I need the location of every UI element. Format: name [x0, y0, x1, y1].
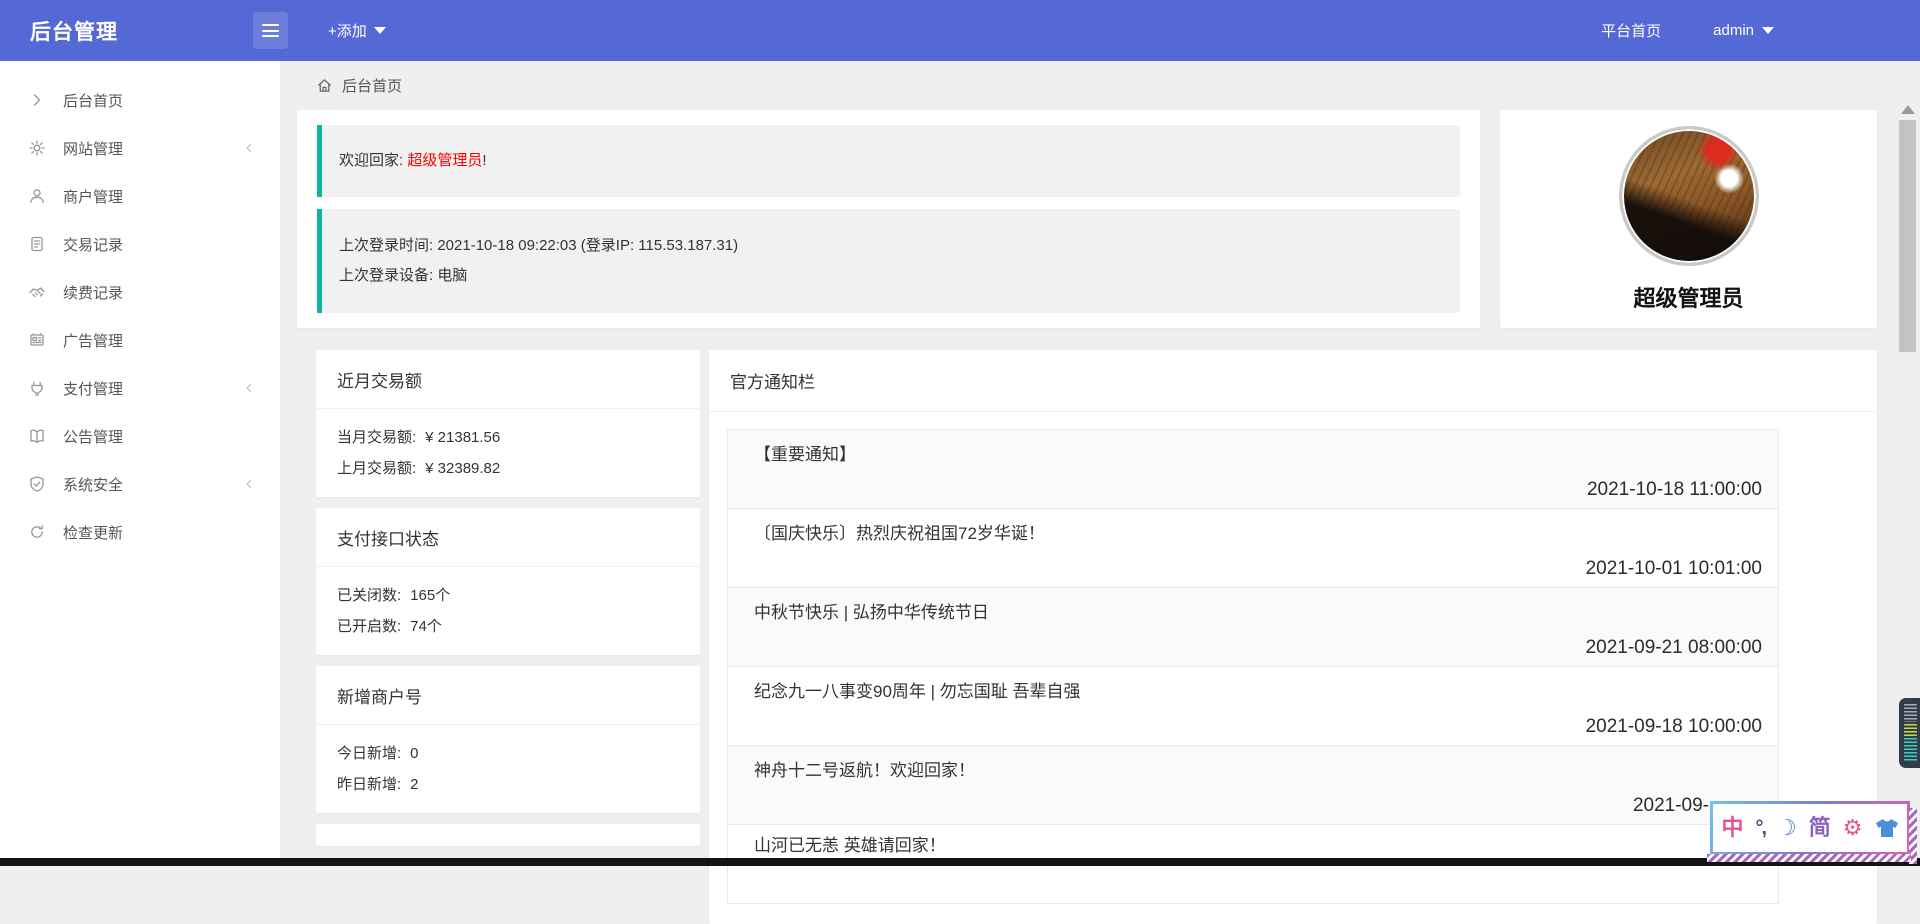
stat-card-gateway-status: 支付接口状态 已关闭数:165个 已开启数:74个	[316, 508, 700, 655]
ad-card-icon	[28, 331, 46, 349]
greeting-suffix: !	[482, 152, 486, 169]
scroll-up-arrow-icon[interactable]	[1901, 105, 1915, 114]
admin-user-menu[interactable]: admin	[1713, 22, 1774, 39]
punctuation-mode-icon[interactable]: °,	[1755, 818, 1765, 838]
last-login-time: 上次登录时间: 2021-10-18 09:22:03 (登录IP: 115.5…	[339, 231, 1460, 261]
greeting-prefix: 欢迎回家:	[339, 152, 407, 169]
stat-card-new-merchants: 新增商户号 今日新增:0 昨日新增:2	[316, 666, 700, 813]
menu-icon	[262, 24, 279, 37]
notice-item[interactable]: 〔国庆快乐〕热烈庆祝祖国72岁华诞！ 2021-10-01 10:01:00	[728, 509, 1778, 588]
book-icon	[28, 427, 46, 445]
profile-card: 超级管理员	[1500, 110, 1877, 328]
bottom-black-bar	[0, 858, 1920, 866]
main-content: 后台首页 欢迎回家: 超级管理员! 上次登录时间: 2021-10-18 09:…	[280, 61, 1920, 866]
stat-row: 上月交易额:¥ 32389.82	[337, 453, 679, 484]
breadcrumb-home[interactable]: 后台首页	[342, 75, 402, 96]
stat-row: 已关闭数:165个	[337, 580, 679, 611]
app-title: 后台管理	[30, 16, 118, 46]
chevron-left-icon	[242, 477, 256, 491]
sidebar-item-dashboard[interactable]: 后台首页	[0, 76, 280, 124]
stats-column: 近月交易额 当月交易额:¥ 21381.56 上月交易额:¥ 32389.82 …	[316, 350, 700, 846]
stripe-meter-yellow	[1904, 724, 1917, 736]
notice-item[interactable]: 中秋节快乐 | 弘扬中华传统节日 2021-09-21 08:00:00	[728, 588, 1778, 667]
stat-card-title: 新增商户号	[316, 666, 700, 725]
notice-item[interactable]: 神舟十二号返航！欢迎回家！ 2021-09-	[728, 746, 1778, 825]
stat-row: 已开启数:74个	[337, 611, 679, 642]
notice-board-title: 官方通知栏	[709, 350, 1877, 412]
stat-row: 今日新增:0	[337, 738, 679, 769]
simplified-chinese-icon[interactable]: 简	[1809, 817, 1831, 839]
breadcrumb: 后台首页	[280, 61, 1920, 110]
gear-icon[interactable]: ⚙	[1843, 817, 1863, 839]
sidebar-item-merchants[interactable]: 商户管理	[0, 172, 280, 220]
sidebar-item-renewals[interactable]: 续费记录	[0, 268, 280, 316]
welcome-card: 欢迎回家: 超级管理员! 上次登录时间: 2021-10-18 09:22:03…	[297, 110, 1480, 328]
stat-card-monthly-volume: 近月交易额 当月交易额:¥ 21381.56 上月交易额:¥ 32389.82	[316, 350, 700, 497]
ime-extension-toolbar[interactable]: 中 °, ☽ 简 ⚙	[1710, 801, 1910, 855]
shield-icon	[28, 475, 46, 493]
sidebar-item-security[interactable]: 系统安全	[0, 460, 280, 508]
admin-name: 超级管理员	[407, 152, 482, 169]
notice-board-card: 官方通知栏 【重要通知】 2021-10-18 11:00:00 〔国庆快乐〕热…	[709, 350, 1877, 924]
add-button-label: +添加	[328, 20, 367, 41]
sidebar-toggle-button[interactable]	[253, 12, 288, 49]
avatar[interactable]	[1619, 126, 1759, 266]
sidebar-item-payments[interactable]: 支付管理	[0, 364, 280, 412]
chevron-right-icon	[28, 91, 46, 109]
last-login-device: 上次登录设备: 电脑	[339, 261, 1460, 291]
document-icon	[28, 235, 46, 253]
edge-color-meter-widget[interactable]	[1899, 698, 1920, 768]
sidebar-item-website[interactable]: 网站管理	[0, 124, 280, 172]
halfwidth-moon-icon[interactable]: ☽	[1777, 817, 1797, 839]
notice-item[interactable]: 纪念九一八事变90周年 | 勿忘国耻 吾辈自强 2021-09-18 10:00…	[728, 667, 1778, 746]
handshake-icon	[28, 283, 46, 301]
sidebar-item-announcements[interactable]: 公告管理	[0, 412, 280, 460]
admin-username: admin	[1713, 22, 1754, 39]
stat-card-partial	[316, 824, 700, 846]
profile-name: 超级管理员	[1633, 281, 1743, 313]
add-dropdown-button[interactable]: +添加	[328, 0, 386, 61]
chevron-left-icon	[242, 381, 256, 395]
stat-card-title: 支付接口状态	[316, 508, 700, 567]
stripe-meter-gray	[1904, 704, 1917, 722]
topbar: 后台管理 +添加 平台首页 admin	[0, 0, 1920, 61]
plug-icon	[28, 379, 46, 397]
stat-row: 当月交易额:¥ 21381.56	[337, 422, 679, 453]
toolbar-shadow-hatch	[1707, 854, 1911, 862]
sidebar-item-transactions[interactable]: 交易记录	[0, 220, 280, 268]
welcome-alert: 欢迎回家: 超级管理员!	[317, 125, 1460, 197]
stripe-meter-teal	[1904, 738, 1917, 762]
tshirt-icon[interactable]	[1875, 818, 1899, 838]
stat-row: 昨日新增:2	[337, 769, 679, 800]
refresh-icon	[28, 523, 46, 541]
user-icon	[28, 187, 46, 205]
sidebar-item-ads[interactable]: 广告管理	[0, 316, 280, 364]
chevron-left-icon	[242, 141, 256, 155]
home-icon	[316, 77, 333, 94]
gear-icon	[28, 139, 46, 157]
sidebar: 后台首页 网站管理 商户管理 交易记录 续费记录 广告管理 支付管理 公告管理 …	[0, 61, 280, 866]
platform-home-link[interactable]: 平台首页	[1601, 20, 1661, 41]
chevron-down-icon	[374, 27, 386, 34]
notice-list: 【重要通知】 2021-10-18 11:00:00 〔国庆快乐〕热烈庆祝祖国7…	[727, 429, 1779, 904]
chevron-down-icon	[1762, 27, 1774, 34]
chinese-mode-icon[interactable]: 中	[1721, 817, 1743, 839]
sidebar-item-check-update[interactable]: 检查更新	[0, 508, 280, 556]
notice-item[interactable]: 【重要通知】 2021-10-18 11:00:00	[728, 430, 1778, 509]
stat-card-title: 近月交易额	[316, 350, 700, 409]
scrollbar-thumb[interactable]	[1899, 120, 1916, 352]
last-login-alert: 上次登录时间: 2021-10-18 09:22:03 (登录IP: 115.5…	[317, 209, 1460, 313]
